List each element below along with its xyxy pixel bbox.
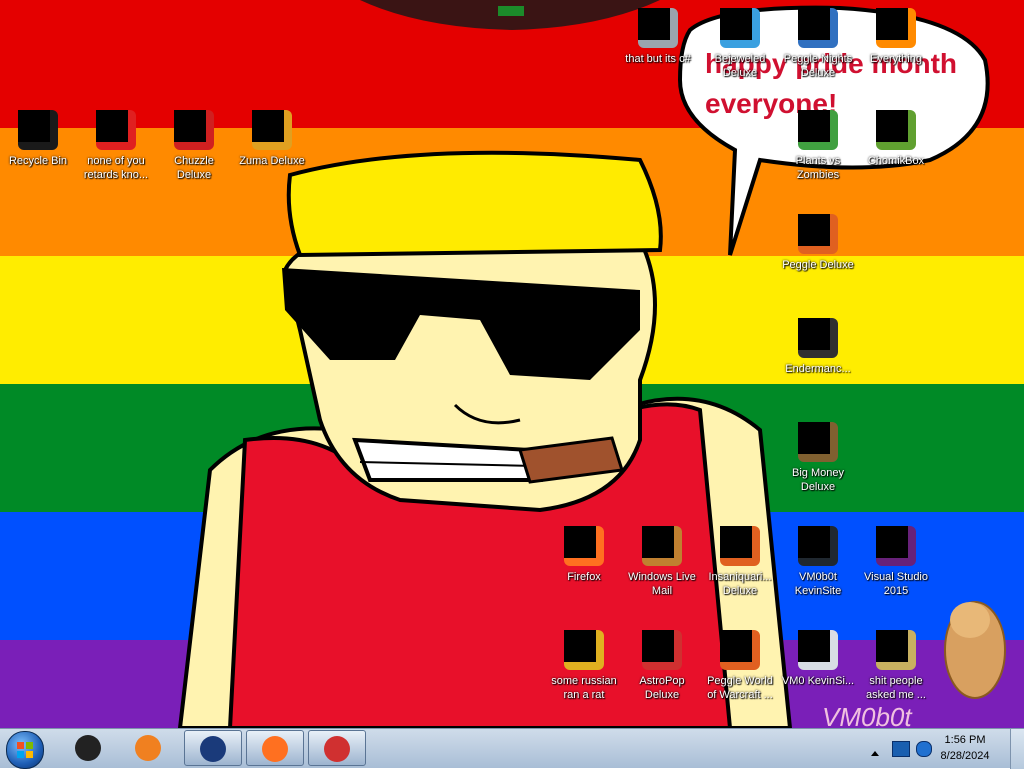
show-desktop-button[interactable]: [1010, 729, 1024, 769]
desktop-icon-label: that but its c#: [625, 53, 691, 65]
desktop-icon[interactable]: Plants vs Zombies: [780, 110, 856, 182]
desktop-icon-label: Bejeweled Deluxe: [714, 53, 766, 79]
desktop-icon-label: none of you retards kno...: [83, 155, 149, 181]
desktop-icon[interactable]: Peggle World of Warcraft ...: [702, 630, 778, 702]
recycle-bin-icon: [18, 110, 58, 150]
watermark: VM0b0t: [822, 702, 913, 728]
taskbar-button[interactable]: [184, 730, 242, 766]
plants-vs-zombies-icon: [798, 110, 838, 150]
media-player-icon: [135, 735, 161, 761]
visual-studio-icon: [876, 526, 916, 566]
tray-network-icon[interactable]: [892, 741, 910, 757]
desktop-icon[interactable]: VM0 KevinSi...: [780, 630, 856, 688]
desktop-icon-label: VM0 KevinSi...: [781, 675, 855, 687]
desktop-icon-label: Endermanc...: [785, 363, 851, 375]
paint-icon: [324, 736, 350, 762]
windows-orb-icon: [17, 742, 33, 758]
desktop-icon[interactable]: Insaniquari... Deluxe: [702, 526, 778, 598]
desktop-icon[interactable]: Peggle Nights Deluxe: [780, 8, 856, 80]
desktop-icon-label: Plants vs Zombies: [795, 155, 841, 181]
big-money-icon: [798, 422, 838, 462]
desktop-icon[interactable]: Big Money Deluxe: [780, 422, 856, 494]
firefox-icon: [564, 526, 604, 566]
desktop-icon-label: Recycle Bin: [8, 155, 68, 167]
desktop-icon[interactable]: some russian ran a rat: [546, 630, 622, 702]
firefox-icon: [262, 736, 288, 762]
folder-icon: [876, 630, 916, 670]
chomikbox-icon: [876, 110, 916, 150]
everything-icon: [876, 8, 916, 48]
start-button[interactable]: [6, 731, 44, 769]
desktop-icon-label: Windows Live Mail: [628, 571, 696, 597]
peggle-wow-icon: [720, 630, 760, 670]
desktop-icon-label: Peggle World of Warcraft ...: [707, 675, 773, 701]
mail-icon: [642, 526, 682, 566]
astropop-icon: [642, 630, 682, 670]
taskbar-button[interactable]: [246, 730, 304, 766]
file-icon: [564, 630, 604, 670]
show-hidden-icons-button[interactable]: [870, 743, 880, 756]
desktop-icon[interactable]: Everything: [858, 8, 934, 66]
chuzzle-icon: [174, 110, 214, 150]
desktop-icon[interactable]: Visual Studio 2015: [858, 526, 934, 598]
desktop-icon-label: shit people asked me ...: [866, 675, 926, 701]
desktop-icon[interactable]: Firefox: [546, 526, 622, 584]
desktop-icon-label: Peggle Nights Deluxe: [783, 53, 853, 79]
desktop-icon-label: Insaniquari... Deluxe: [708, 571, 772, 597]
desktop[interactable]: happy pride month everyone! VM0b0t Recyc…: [0, 0, 1024, 728]
console-icon: [75, 735, 101, 761]
desktop-icon-label: Chuzzle Deluxe: [174, 155, 214, 181]
desktop-icon-label: Zuma Deluxe: [239, 155, 305, 167]
document-icon: [798, 630, 838, 670]
desktop-icon-label: Everything: [870, 53, 922, 65]
desktop-icon[interactable]: ChomikBox: [858, 110, 934, 168]
bejeweled-icon: [720, 8, 760, 48]
desktop-icon-label: Firefox: [567, 571, 601, 583]
desktop-icon[interactable]: VM0b0t KevinSite: [780, 526, 856, 598]
desktop-icon-label: VM0b0t KevinSite: [794, 571, 842, 597]
clock-date: 8/28/2024: [940, 750, 990, 762]
taskbar-button[interactable]: [308, 730, 366, 766]
peggle-nights-icon: [798, 8, 838, 48]
desktop-icon[interactable]: that but its c#: [620, 8, 696, 66]
taskbar-button[interactable]: [120, 730, 178, 766]
window-icon: [638, 8, 678, 48]
desktop-icon[interactable]: Recycle Bin: [0, 110, 76, 168]
desktop-icon[interactable]: Bejeweled Deluxe: [702, 8, 778, 80]
insaniquarium-icon: [720, 526, 760, 566]
desktop-icon[interactable]: Zuma Deluxe: [234, 110, 310, 168]
desktop-icon[interactable]: shit people asked me ...: [858, 630, 934, 702]
clock-time: 1:56 PM: [944, 734, 986, 746]
clock[interactable]: 1:56 PM 8/28/2024: [930, 732, 1000, 764]
desktop-icon[interactable]: AstroPop Deluxe: [624, 630, 700, 702]
desktop-icon[interactable]: Peggle Deluxe: [780, 214, 856, 272]
desktop-icon-label: Big Money Deluxe: [792, 467, 844, 493]
taskbar: 1:56 PM 8/28/2024: [0, 728, 1024, 769]
vm-icon: [200, 736, 226, 762]
taskbar-button[interactable]: [60, 730, 118, 766]
website-icon: [798, 526, 838, 566]
app-icon: [96, 110, 136, 150]
desktop-icon-label: Peggle Deluxe: [782, 259, 854, 271]
desktop-icon-label: some russian ran a rat: [551, 675, 617, 701]
zuma-icon: [252, 110, 292, 150]
desktop-icon-label: ChomikBox: [867, 155, 925, 167]
desktop-icon-label: Visual Studio 2015: [863, 571, 928, 597]
chevron-up-icon: [871, 751, 879, 756]
peggle-icon: [798, 214, 838, 254]
desktop-icon-label: AstroPop Deluxe: [639, 675, 685, 701]
desktop-icon[interactable]: none of you retards kno...: [78, 110, 154, 182]
desktop-icon[interactable]: Endermanc...: [780, 318, 856, 376]
desktop-icon[interactable]: Chuzzle Deluxe: [156, 110, 232, 182]
desktop-icon[interactable]: Windows Live Mail: [624, 526, 700, 598]
terminal-icon: [798, 318, 838, 358]
